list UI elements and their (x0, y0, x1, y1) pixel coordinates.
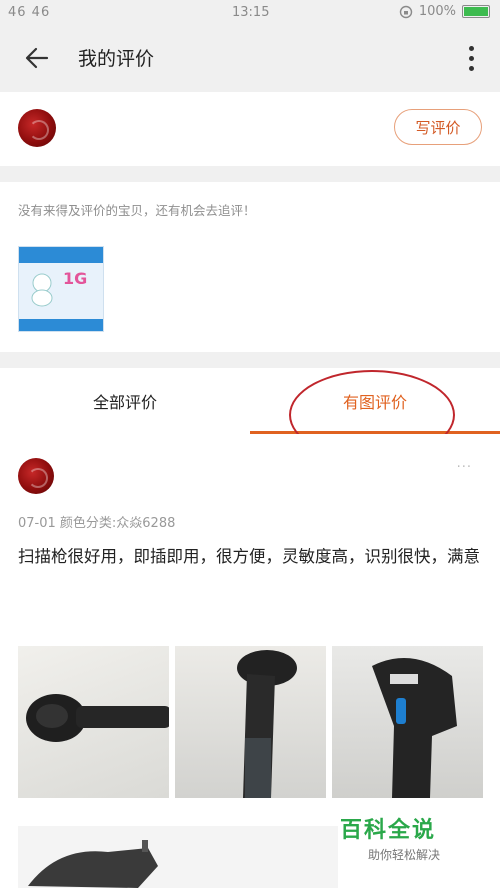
scanner-photo-2 (237, 650, 297, 798)
review-photo-4[interactable] (18, 826, 338, 888)
status-bar: 46 46 13:15 100% (0, 0, 500, 26)
more-vertical-icon[interactable] (466, 44, 476, 74)
pending-hint: 没有来得及评价的宝贝，还有机会去追评！ (18, 203, 256, 218)
tab-photo-reviews[interactable]: 有图评价 (250, 368, 500, 434)
review-tabs: 全部评价 有图评价 (0, 368, 500, 434)
review-more-icon[interactable]: ··· (457, 460, 472, 475)
app-bar: 我的评价 (0, 26, 500, 90)
review-meta: 07-01 颜色分类:众焱6288 (18, 516, 176, 531)
review-photo-3[interactable] (332, 646, 483, 798)
avatar[interactable] (18, 109, 56, 147)
review-photo-1[interactable] (18, 646, 169, 798)
pending-review-section: 没有来得及评价的宝贝，还有机会去追评！ 1G (0, 182, 500, 352)
status-right: 100% (399, 4, 490, 19)
reviewer-avatar[interactable] (18, 458, 54, 494)
review-text: 扫描枪很好用，即插即用，很方便，灵敏度高，识别很快，满意 (18, 547, 480, 566)
watermark-title: 百科全说 (340, 818, 437, 843)
page-title: 我的评价 (78, 48, 155, 70)
battery-fill (464, 7, 488, 16)
signal-indicator: 46 46 (8, 5, 51, 20)
battery-percent: 100% (418, 4, 456, 19)
profile-section: 写评价 (0, 92, 500, 166)
mascot-icon (31, 273, 53, 307)
watermark-logo: 百科全说 助你轻松解决 (340, 812, 490, 872)
pending-product-thumbnail[interactable]: 1G (18, 246, 104, 332)
scanner-photo-4 (28, 840, 158, 888)
battery-icon (462, 5, 490, 18)
alarm-icon (399, 5, 413, 18)
product-thumb-text: 1G (63, 269, 88, 288)
review-photo-2[interactable] (175, 646, 326, 798)
scanner-photo-3 (372, 658, 457, 798)
scanner-photo-1 (26, 694, 169, 742)
write-review-button[interactable]: 写评价 (394, 109, 482, 145)
arrow-left-icon[interactable] (22, 43, 52, 73)
watermark-subtitle: 助你轻松解决 (368, 848, 441, 862)
tab-all-reviews[interactable]: 全部评价 (0, 368, 250, 434)
status-time: 13:15 (232, 5, 270, 20)
